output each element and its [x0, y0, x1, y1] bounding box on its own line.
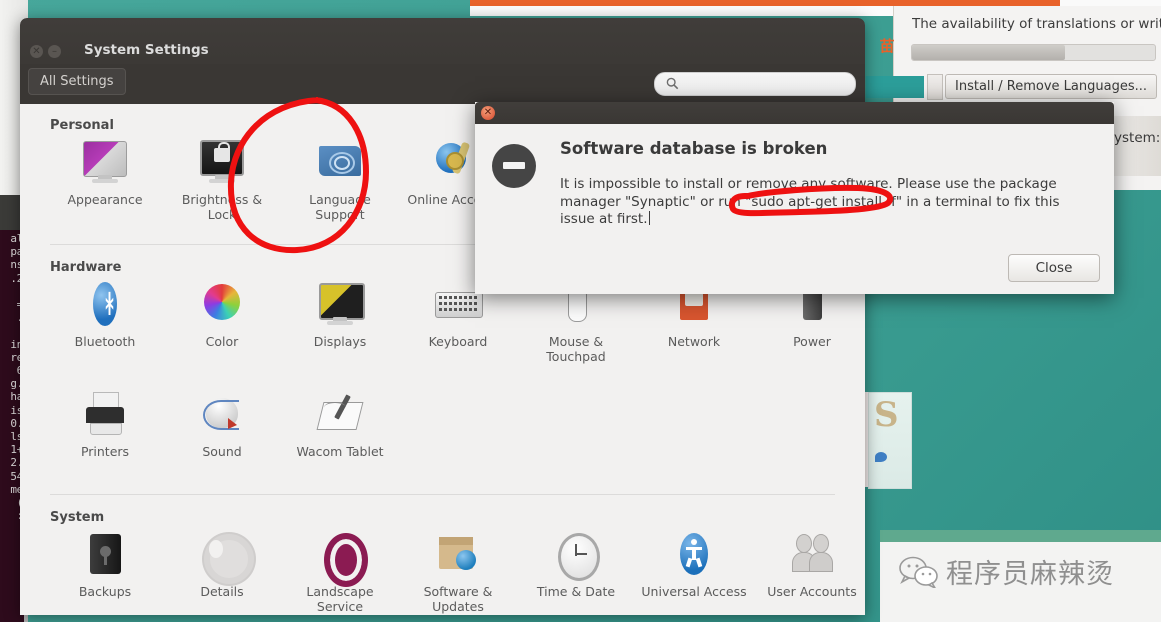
color-icon — [198, 280, 246, 328]
settings-item-label: Bluetooth — [74, 334, 136, 349]
settings-item-brightness-lock[interactable]: Brightness & Lock — [167, 138, 277, 222]
watermark-green-band — [880, 530, 1161, 542]
settings-item-label: Appearance — [67, 192, 143, 207]
page-title: System Settings — [84, 42, 209, 58]
settings-item-appearance[interactable]: Appearance — [50, 138, 160, 207]
settings-item-time-date[interactable]: Time & Date — [521, 530, 631, 599]
settings-item-details[interactable]: Details — [167, 530, 277, 599]
settings-item-label: Backups — [78, 584, 132, 599]
brightness-lock-icon — [198, 138, 246, 186]
settings-item-label: Keyboard — [428, 334, 488, 349]
search-input[interactable] — [654, 72, 856, 96]
universal-access-icon — [670, 530, 718, 578]
language-progress-fill — [912, 45, 1066, 60]
wacom-tablet-icon — [316, 390, 364, 438]
dialog-body-span: It is impossible to install or remove an… — [560, 176, 1060, 227]
blue-marker-icon — [875, 452, 887, 462]
settings-item-label: Wacom Tablet — [296, 444, 384, 459]
settings-item-label: Color — [205, 334, 239, 349]
window-minimize-icon[interactable]: – — [48, 45, 61, 58]
close-button[interactable]: Close — [1008, 254, 1100, 282]
settings-item-label: Mouse & Touchpad — [546, 334, 606, 364]
language-progress-bar — [911, 44, 1156, 61]
right-side-panel-lower — [1113, 176, 1161, 190]
displays-icon — [316, 280, 365, 328]
software-updates-icon — [434, 530, 482, 578]
settings-item-sound[interactable]: Sound — [167, 390, 277, 459]
settings-item-label: Universal Access — [641, 584, 747, 599]
section-title-system: System — [50, 510, 105, 525]
settings-item-label: Brightness & Lock — [181, 192, 263, 222]
settings-item-bluetooth[interactable]: ᚼ Bluetooth — [50, 280, 160, 349]
backups-icon — [81, 530, 129, 578]
details-icon — [198, 530, 254, 584]
search-icon — [666, 77, 679, 90]
settings-item-software-updates[interactable]: Software & Updates — [403, 530, 513, 614]
settings-item-color[interactable]: Color — [167, 280, 277, 349]
user-accounts-icon — [788, 530, 836, 578]
settings-item-user-accounts[interactable]: User Accounts — [757, 530, 865, 599]
settings-item-universal-access[interactable]: Universal Access — [639, 530, 749, 599]
settings-item-label: Displays — [313, 334, 367, 349]
error-dialog[interactable]: ✕ Software database is broken It is impo… — [475, 102, 1114, 294]
language-support-icon — [316, 138, 364, 186]
settings-item-label: Details — [200, 584, 244, 599]
settings-item-printers[interactable]: Printers — [50, 390, 160, 459]
right-side-panel — [1113, 116, 1161, 177]
settings-item-label: Language Support — [309, 192, 371, 222]
settings-item-label: Power — [793, 334, 831, 349]
settings-item-label: Sound — [202, 444, 242, 459]
landscape-service-icon — [316, 530, 368, 587]
dialog-close-glyph: ✕ — [483, 107, 493, 118]
dialog-heading: Software database is broken — [560, 139, 828, 158]
section-title-hardware: Hardware — [50, 260, 122, 275]
settings-item-label: Software & Updates — [423, 584, 493, 614]
settings-item-wacom-tablet[interactable]: Wacom Tablet — [285, 390, 395, 459]
ubuntu-package-icon: 苗 — [879, 37, 895, 55]
dialog-titlebar[interactable]: ✕ — [475, 102, 1114, 124]
settings-item-language-support[interactable]: Language Support — [285, 138, 395, 222]
error-stop-bar — [503, 162, 525, 169]
dialog-body-text: It is impossible to install or remove an… — [560, 176, 1095, 229]
settings-item-label: Network — [667, 334, 721, 349]
language-availability-text: The availability of translations or writ — [912, 16, 1161, 32]
watermark-text: 程序员麻辣烫 — [946, 559, 1114, 590]
settings-item-landscape-service[interactable]: Landscape Service — [285, 530, 395, 614]
time-date-icon — [552, 530, 600, 581]
settings-item-label: Landscape Service — [306, 584, 374, 614]
system-fragment-label: ystem: — [1114, 130, 1161, 146]
window-close-icon[interactable]: ✕ — [30, 45, 43, 58]
letter-s-logo: S — [874, 395, 899, 435]
teal-desktop-patch — [866, 76, 924, 98]
text-caret — [648, 211, 650, 225]
settings-item-label: Printers — [80, 444, 130, 459]
bluetooth-icon: ᚼ — [81, 280, 129, 328]
sound-icon — [198, 390, 246, 438]
section-title-personal: Personal — [50, 118, 114, 133]
settings-item-displays[interactable]: Displays — [285, 280, 395, 349]
all-settings-button[interactable]: All Settings — [28, 68, 126, 95]
settings-item-label: Time & Date — [536, 584, 616, 599]
wechat-icon — [899, 556, 938, 588]
settings-item-backups[interactable]: Backups — [50, 530, 160, 599]
language-toolbar-spacer — [927, 74, 943, 100]
settings-item-label: User Accounts — [767, 584, 857, 599]
printers-icon — [81, 390, 129, 438]
appearance-icon — [81, 138, 129, 186]
install-remove-languages-button[interactable]: Install / Remove Languages... — [945, 74, 1157, 99]
section-divider-2 — [50, 494, 835, 495]
